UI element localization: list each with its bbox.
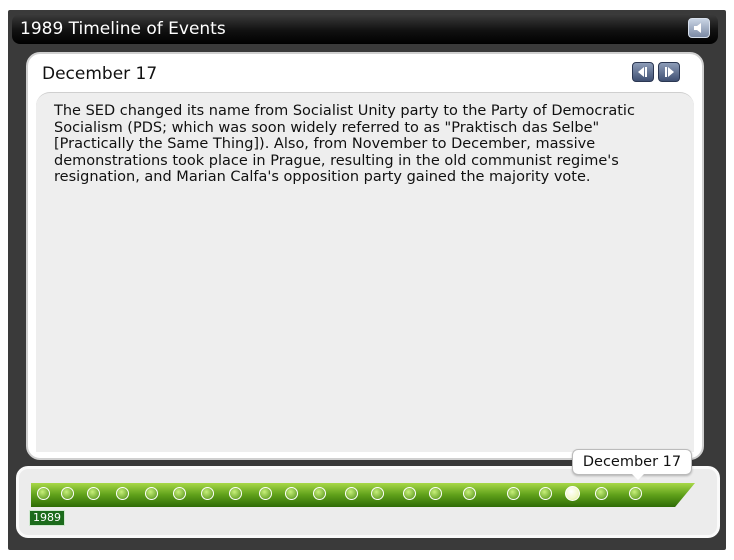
timeline-event-dot[interactable] xyxy=(463,487,476,500)
timeline-track xyxy=(31,483,695,507)
timeline-event-dot[interactable] xyxy=(429,487,442,500)
timeline-event-dot[interactable] xyxy=(345,487,358,500)
triangle-right-icon xyxy=(665,67,674,77)
year-label: 1989 xyxy=(29,510,65,526)
timeline-event-dot[interactable] xyxy=(313,487,326,500)
tooltip-pointer xyxy=(632,474,644,480)
audio-button[interactable] xyxy=(688,18,710,38)
event-description-panel[interactable]: The SED changed its name from Socialist … xyxy=(36,92,694,452)
timeline-event-dot[interactable] xyxy=(229,487,242,500)
timeline-event-dot[interactable] xyxy=(507,487,520,500)
timeline-event-dot[interactable] xyxy=(371,487,384,500)
triangle-left-icon xyxy=(638,67,647,77)
timeline-event-dot[interactable] xyxy=(629,487,642,500)
speaker-icon xyxy=(694,23,701,33)
next-event-button[interactable] xyxy=(658,62,680,82)
app-title: 1989 Timeline of Events xyxy=(20,19,226,39)
timeline-event-dot-active[interactable] xyxy=(565,486,580,501)
timeline-event-dot[interactable] xyxy=(37,487,50,500)
timeline-event-dot[interactable] xyxy=(285,487,298,500)
timeline-event-dot[interactable] xyxy=(173,487,186,500)
timeline-event-dot[interactable] xyxy=(403,487,416,500)
timeline-event-dot[interactable] xyxy=(595,487,608,500)
title-bar: 1989 Timeline of Events xyxy=(12,14,718,44)
timeline-event-dot[interactable] xyxy=(145,487,158,500)
event-card: December 17 The SED changed its name fro… xyxy=(26,52,704,460)
event-description: The SED changed its name from Socialist … xyxy=(54,103,635,185)
timeline-bar: 1989 xyxy=(16,466,720,538)
timeline-event-dot[interactable] xyxy=(87,487,100,500)
timeline-event-dot[interactable] xyxy=(539,487,552,500)
timeline-event-dot[interactable] xyxy=(61,487,74,500)
previous-event-button[interactable] xyxy=(632,62,654,82)
timeline-event-dot[interactable] xyxy=(116,487,129,500)
event-tooltip: December 17 xyxy=(572,449,692,475)
timeline-event-dot[interactable] xyxy=(259,487,272,500)
timeline-event-dot[interactable] xyxy=(201,487,214,500)
event-title: December 17 xyxy=(42,64,158,84)
